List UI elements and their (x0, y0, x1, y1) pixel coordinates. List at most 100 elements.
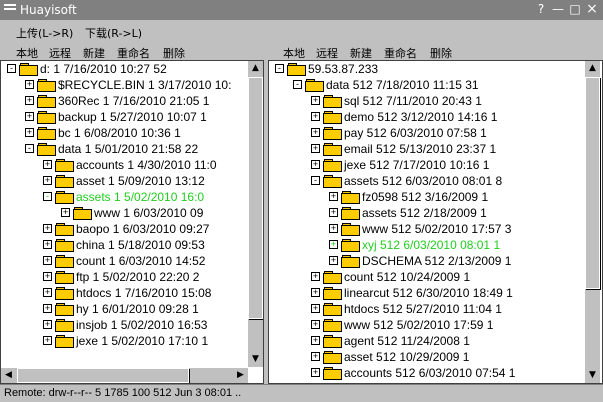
expand-icon[interactable]: + (43, 304, 52, 313)
local-button[interactable]: 本地 (283, 45, 305, 61)
local-pane: 本地 远程 新建 重命名 删除 - d: 1 7/16/2010 10:27 52… (0, 41, 264, 384)
folder-icon (55, 303, 74, 316)
new-folder-button[interactable]: 新建 (83, 45, 105, 61)
tree-row-label: data 512 7/18/2010 11:15 31 (326, 78, 479, 92)
delete-button[interactable]: 删除 (163, 45, 185, 61)
expand-icon[interactable]: + (43, 176, 52, 185)
tree-row-label: agent 512 11/24/2008 1 (344, 334, 470, 348)
expand-icon[interactable]: + (43, 336, 52, 345)
tree-row-label: 59.53.87.233 (308, 62, 379, 76)
expand-icon[interactable]: + (311, 304, 320, 313)
expand-icon[interactable]: + (43, 224, 52, 233)
expand-icon[interactable]: + (43, 256, 52, 265)
tree-row-label: linearcut 512 6/30/2010 18:49 1 (344, 286, 513, 300)
collapse-icon[interactable]: - (43, 192, 52, 201)
delete-button[interactable]: 删除 (430, 45, 452, 61)
remote-vertical-scrollbar[interactable]: ▲ ▼ (585, 61, 600, 383)
window-menu-icon[interactable] (4, 4, 16, 12)
expand-icon[interactable]: + (311, 320, 320, 329)
tree-row-label: china 1 5/18/2010 09:53 (76, 238, 205, 252)
expand-icon[interactable]: + (329, 224, 338, 233)
remote-tree: -59.53.87.233- data 512 7/18/2010 11:15 3… (268, 60, 603, 384)
expand-icon[interactable]: + (329, 256, 338, 265)
local-button[interactable]: 本地 (16, 45, 38, 61)
scroll-up-arrow-icon[interactable]: ▲ (248, 61, 263, 76)
minimize-button[interactable]: — (551, 3, 565, 16)
expand-icon[interactable]: + (311, 336, 320, 345)
collapse-icon[interactable]: - (25, 144, 34, 153)
remote-button[interactable]: 远程 (49, 45, 71, 61)
folder-icon (73, 207, 92, 220)
remote-button[interactable]: 远程 (316, 45, 338, 61)
tree-row-label: pay 512 6/03/2010 07:58 1 (344, 126, 487, 140)
folder-icon (323, 287, 342, 300)
folder-icon (323, 111, 342, 124)
expand-icon[interactable]: + (25, 80, 34, 89)
expand-icon[interactable]: + (43, 320, 52, 329)
tree-row-label: DSCHEMA 512 2/13/2009 1 (362, 254, 512, 268)
expand-icon[interactable]: + (311, 272, 320, 281)
scroll-thumb[interactable] (17, 368, 189, 383)
rename-button[interactable]: 重命名 (384, 45, 417, 61)
window-title: Huayisoft (20, 3, 77, 17)
expand-icon[interactable]: + (311, 96, 320, 105)
expand-icon[interactable]: + (25, 128, 34, 137)
expand-icon[interactable]: + (311, 368, 320, 377)
local-tree: - d: 1 7/16/2010 10:27 52 + $RECYCLE.BIN 1 … (0, 60, 264, 384)
new-folder-button[interactable]: 新建 (350, 45, 372, 61)
tree-row-label: data 1 5/01/2010 21:58 22 (58, 142, 199, 156)
expand-icon[interactable]: + (311, 144, 320, 153)
scroll-up-arrow-icon[interactable]: ▲ (585, 61, 600, 76)
folder-icon (37, 127, 56, 140)
collapse-icon[interactable]: - (293, 80, 302, 89)
collapse-icon[interactable]: - (7, 64, 16, 73)
scroll-right-arrow-icon[interactable]: ▶ (233, 368, 248, 383)
collapse-icon[interactable]: - (275, 64, 284, 73)
tree-row-label: assets 1 5/02/2010 16:0 (76, 190, 205, 204)
expand-icon[interactable]: + (25, 96, 34, 105)
folder-icon (341, 239, 360, 252)
folder-icon (323, 335, 342, 348)
folder-icon (55, 287, 74, 300)
help-button[interactable]: ? (534, 3, 548, 16)
local-vertical-scrollbar[interactable]: ▲ ▼ (248, 61, 263, 367)
tree-row-label: xyj 512 6/03/2010 08:01 1 (362, 238, 501, 252)
folder-icon (323, 271, 342, 284)
expand-icon[interactable]: + (61, 208, 70, 217)
expand-icon[interactable]: + (43, 240, 52, 249)
tree-row-label: d: 1 7/16/2010 10:27 52 (40, 62, 167, 76)
scroll-thumb[interactable] (585, 77, 600, 289)
expand-icon[interactable]: + (43, 288, 52, 297)
collapse-icon[interactable]: - (311, 176, 320, 185)
expand-icon[interactable]: + (311, 352, 320, 361)
expand-icon[interactable]: + (43, 272, 52, 281)
folder-open-icon (19, 63, 38, 76)
expand-icon[interactable]: + (311, 112, 320, 121)
tree-row-label: email 512 5/13/2010 23:37 1 (344, 142, 497, 156)
expand-icon[interactable]: + (311, 128, 320, 137)
scroll-left-arrow-icon[interactable]: ◀ (1, 368, 16, 383)
local-horizontal-scrollbar[interactable]: ◀ ▶ (1, 368, 248, 383)
expand-icon[interactable]: + (329, 208, 338, 217)
scroll-down-arrow-icon[interactable]: ▼ (248, 352, 263, 367)
menu-download[interactable]: 下载(R->L) (85, 25, 142, 41)
maximize-button[interactable]: □ (568, 3, 582, 16)
scroll-thumb[interactable] (248, 77, 263, 319)
expand-icon[interactable]: + (311, 160, 320, 169)
scroll-down-arrow-icon[interactable]: ▼ (585, 368, 600, 383)
close-button[interactable]: × (585, 2, 599, 16)
folder-icon (37, 95, 56, 108)
expand-icon[interactable]: + (25, 112, 34, 121)
menu-upload[interactable]: 上传(L->R) (16, 25, 73, 41)
expand-icon[interactable]: + (311, 288, 320, 297)
status-bar: Remote: drw-r--r-- 5 1785 100 512 Jun 3 … (0, 384, 603, 402)
rename-button[interactable]: 重命名 (117, 45, 150, 61)
expand-icon[interactable]: + (329, 192, 338, 201)
expand-icon[interactable]: + (329, 240, 338, 249)
tree-row-label: asset 1 5/09/2010 13:12 (76, 174, 205, 188)
tree-row-label: www 512 5/02/2010 17:57 3 (362, 222, 512, 236)
expand-icon[interactable]: + (43, 160, 52, 169)
folder-icon (341, 255, 360, 268)
tree-row-label: hy 1 6/01/2010 09:28 1 (76, 302, 199, 316)
folder-icon (323, 95, 342, 108)
